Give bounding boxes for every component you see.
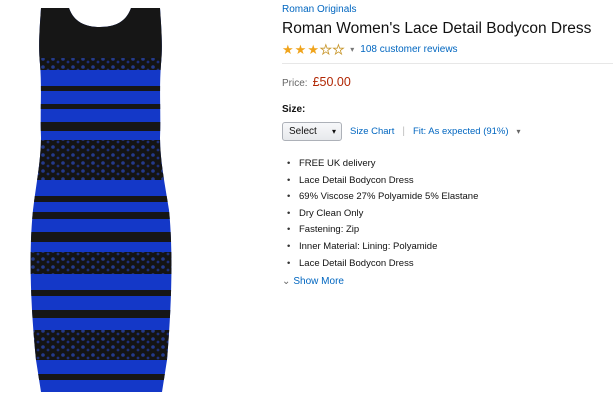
price-row: Price: £50.00 — [282, 75, 351, 89]
star-icon: ★ — [294, 41, 307, 57]
star-icon: ★ — [307, 41, 319, 57]
star-rating[interactable]: ★ ★ ★ ★ ★ — [282, 41, 345, 57]
feature-item: Lace Detail Bodycon Dress — [287, 256, 478, 273]
rating-row: ★ ★ ★ ★ ★ ▾ 108 customer reviews — [282, 42, 458, 56]
star-empty-icon: ★ — [319, 41, 332, 57]
size-select-value: Select — [289, 126, 317, 137]
feature-item: Fastening: Zip — [287, 222, 478, 239]
star-empty-icon: ★ — [332, 41, 345, 57]
separator: | — [402, 126, 405, 137]
size-label: Size: — [282, 104, 306, 115]
size-row: Select ▾ Size Chart | Fit: As expected (… — [282, 122, 521, 141]
customer-reviews-link[interactable]: 108 customer reviews — [360, 44, 457, 55]
star-icon: ★ — [282, 41, 294, 57]
feature-item: 69% Viscose 27% Polyamide 5% Elastane — [287, 189, 478, 206]
feature-item: Dry Clean Only — [287, 206, 478, 223]
product-title: Roman Women's Lace Detail Bodycon Dress — [282, 20, 592, 37]
size-chart-link[interactable]: Size Chart — [350, 126, 394, 137]
show-more-link[interactable]: ⌄ Show More — [282, 276, 344, 287]
feature-item: Lace Detail Bodycon Dress — [287, 173, 478, 190]
chevron-down-icon: ▾ — [331, 127, 336, 136]
price-label: Price: — [282, 78, 308, 89]
dress-image[interactable] — [0, 0, 270, 400]
size-select[interactable]: Select ▾ — [282, 122, 342, 141]
rating-dropdown-icon[interactable]: ▾ — [350, 45, 354, 54]
show-more-label: Show More — [293, 276, 344, 287]
product-image-pane — [0, 0, 270, 400]
divider — [282, 63, 613, 64]
chevron-down-icon: ⌄ — [282, 276, 291, 287]
feature-item: FREE UK delivery — [287, 156, 478, 173]
fit-link[interactable]: Fit: As expected (91%) — [413, 126, 509, 137]
fit-dropdown-icon[interactable]: ▾ — [517, 127, 521, 136]
product-details: Roman Originals Roman Women's Lace Detai… — [282, 0, 613, 400]
brand-link[interactable]: Roman Originals — [282, 4, 356, 15]
feature-list: FREE UK delivery Lace Detail Bodycon Dre… — [287, 156, 478, 272]
price-value: £50.00 — [312, 75, 351, 89]
feature-item: Inner Material: Lining: Polyamide — [287, 239, 478, 256]
